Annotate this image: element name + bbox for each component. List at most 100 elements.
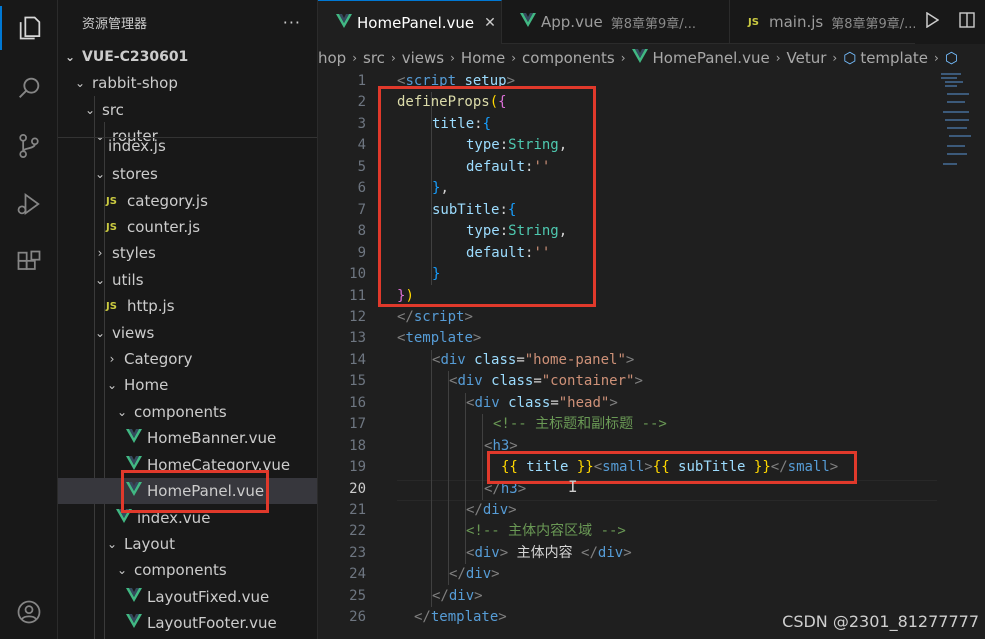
account-icon[interactable] bbox=[0, 590, 58, 634]
tab-homepanel[interactable]: HomePanel.vue ✕ bbox=[318, 0, 502, 44]
chevron-down-icon: ⌄ bbox=[94, 273, 106, 287]
vue-file-icon bbox=[631, 48, 650, 67]
tree-file[interactable]: JS category.js bbox=[58, 188, 317, 214]
annotation-highlight-box bbox=[487, 451, 857, 484]
indent-guide bbox=[431, 350, 432, 607]
line-number: 1 bbox=[357, 73, 366, 89]
split-editor-icon[interactable] bbox=[959, 12, 975, 32]
chevron-down-icon: ⌄ bbox=[94, 167, 106, 181]
line-number: 19 bbox=[349, 459, 366, 476]
minimap[interactable] bbox=[937, 71, 985, 191]
breadcrumb-item[interactable]: views bbox=[402, 49, 444, 67]
source-control-icon[interactable] bbox=[0, 124, 58, 168]
activity-bar bbox=[0, 0, 58, 639]
chevron-right-icon: › bbox=[390, 50, 396, 65]
annotation-highlight-box bbox=[378, 86, 596, 307]
code-line: <!-- 主标题和副标题 --> bbox=[493, 416, 667, 433]
line-number: 2 bbox=[357, 94, 366, 111]
explorer-icon[interactable] bbox=[0, 6, 58, 50]
line-number: 9 bbox=[357, 244, 366, 261]
explorer-title: 资源管理器 bbox=[82, 16, 148, 32]
chevron-right-icon: › bbox=[97, 246, 103, 260]
line-number: 14 bbox=[349, 351, 366, 368]
line-number: 25 bbox=[349, 587, 366, 604]
chevron-right-icon: › bbox=[511, 50, 517, 65]
code-line: <div class="home-panel"> bbox=[432, 351, 635, 368]
tree-folder[interactable]: ⌄ components bbox=[58, 399, 317, 425]
text-cursor-icon: I bbox=[568, 477, 578, 496]
chevron-right-icon: › bbox=[450, 50, 455, 65]
tree-file[interactable]: index.js bbox=[58, 137, 317, 155]
tree-folder[interactable]: › Category bbox=[58, 346, 317, 372]
chevron-right-icon: › bbox=[832, 50, 838, 65]
tree-root[interactable]: ⌄ VUE-C230601 bbox=[58, 44, 317, 70]
tree-folder[interactable]: ⌄ Home bbox=[58, 372, 317, 398]
chevron-down-icon: ⌄ bbox=[106, 378, 118, 392]
line-number: 17 bbox=[349, 416, 366, 433]
indent-guide bbox=[448, 371, 449, 585]
tree-folder[interactable]: ⌄ components bbox=[58, 557, 317, 583]
code-line: </div> bbox=[466, 502, 517, 518]
breadcrumb-item[interactable]: src bbox=[363, 49, 385, 67]
chevron-right-icon: › bbox=[352, 50, 358, 65]
close-icon[interactable]: ✕ bbox=[484, 15, 496, 31]
line-number: 8 bbox=[357, 223, 366, 240]
line-number: 15 bbox=[349, 373, 366, 390]
line-number: 5 bbox=[357, 158, 366, 175]
editor-tab-bar: HomePanel.vue ✕ App.vue 第8章第9章/... JS ma… bbox=[318, 0, 985, 44]
breadcrumb-item[interactable]: template bbox=[860, 49, 928, 67]
breadcrumb-item[interactable]: Vetur bbox=[787, 49, 827, 67]
extensions-icon[interactable] bbox=[0, 240, 58, 284]
tree-file[interactable]: HomeBanner.vue bbox=[58, 425, 317, 451]
chevron-right-icon: › bbox=[109, 352, 115, 366]
line-number: 6 bbox=[357, 180, 366, 197]
code-line: <!-- 主体内容区域 --> bbox=[466, 523, 626, 540]
more-actions-icon[interactable]: ··· bbox=[283, 13, 301, 32]
chevron-down-icon: ⌄ bbox=[64, 50, 76, 64]
chevron-right-icon: › bbox=[934, 50, 939, 65]
tree-folder[interactable]: ⌄ views bbox=[58, 320, 317, 346]
vue-file-icon bbox=[336, 13, 354, 32]
tree-file[interactable]: JS counter.js bbox=[58, 214, 317, 240]
run-icon[interactable] bbox=[925, 11, 940, 32]
tree-file[interactable]: LayoutFixed.vue bbox=[58, 584, 317, 610]
code-line: </script> bbox=[397, 308, 473, 325]
run-debug-icon[interactable] bbox=[0, 182, 58, 226]
code-line: <template> bbox=[397, 330, 482, 347]
chevron-down-icon: ⌄ bbox=[116, 563, 128, 577]
search-icon[interactable] bbox=[0, 66, 58, 110]
code-line: <div> 主体内容 </div> bbox=[466, 544, 632, 561]
chevron-down-icon: ⌄ bbox=[74, 76, 86, 90]
javascript-file-icon: JS bbox=[106, 195, 117, 207]
code-line: </template> bbox=[414, 609, 507, 626]
tree-folder[interactable]: ⌄ stores bbox=[58, 161, 317, 187]
breadcrumb-item[interactable]: hop bbox=[318, 49, 346, 67]
breadcrumb-item[interactable]: HomePanel.vue bbox=[653, 49, 770, 67]
line-number: 22 bbox=[349, 523, 366, 540]
line-number: 7 bbox=[357, 201, 366, 218]
vue-file-icon bbox=[126, 614, 144, 632]
line-number: 11 bbox=[349, 287, 366, 304]
tree-folder[interactable]: ⌄ utils bbox=[58, 267, 317, 293]
vue-file-icon bbox=[520, 13, 538, 31]
tab-app[interactable]: App.vue 第8章第9章/... bbox=[502, 0, 730, 44]
code-line: </div> bbox=[449, 566, 500, 583]
chevron-down-icon: ⌄ bbox=[94, 326, 106, 340]
watermark: CSDN @2301_81277777 bbox=[782, 612, 979, 631]
tree-folder[interactable]: ⌄ src bbox=[58, 97, 317, 123]
line-number: 12 bbox=[349, 308, 366, 325]
breadcrumb-item[interactable]: Home bbox=[461, 49, 505, 67]
code-line: </div> bbox=[432, 587, 483, 604]
chevron-right-icon: › bbox=[620, 50, 626, 65]
breadcrumb-item[interactable]: components bbox=[522, 49, 615, 67]
tree-folder[interactable]: › styles bbox=[58, 240, 317, 266]
tab-main[interactable]: JS main.js 第8章第9章/... bbox=[730, 0, 930, 44]
tree-file[interactable]: LayoutFooter.vue bbox=[58, 610, 317, 636]
tree-file[interactable]: JS http.js bbox=[58, 293, 317, 319]
code-editor[interactable]: 1 2 3 4 5 6 7 8 9 10 11 12 13 14 15 16 1… bbox=[318, 71, 985, 639]
tree-folder[interactable]: ⌄ Layout bbox=[58, 531, 317, 557]
tree-folder[interactable]: ⌄ rabbit-shop bbox=[58, 70, 317, 96]
explorer-header: 资源管理器 ··· bbox=[58, 0, 317, 44]
javascript-file-icon: JS bbox=[106, 221, 117, 233]
line-number: 24 bbox=[349, 566, 366, 583]
